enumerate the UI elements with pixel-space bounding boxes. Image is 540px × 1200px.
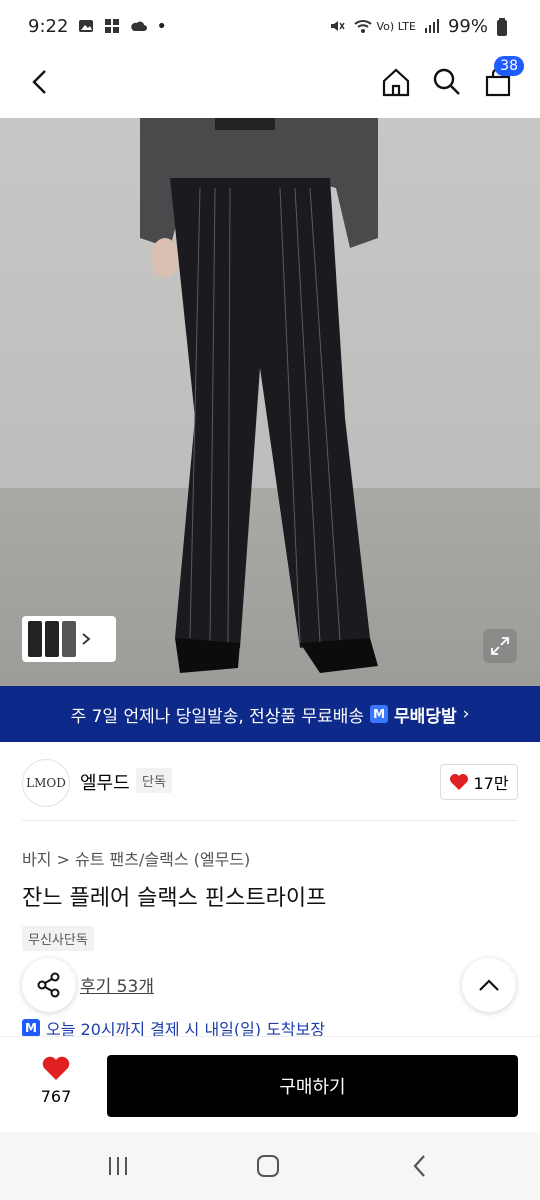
banner-link-label: 무배당발 — [394, 706, 457, 727]
brand-like-count: 17만 — [473, 774, 509, 793]
recent-apps-button[interactable] — [98, 1148, 138, 1184]
cart-count-badge: 38 — [494, 56, 524, 76]
home-icon — [382, 68, 410, 97]
brand-name[interactable]: 엘무드 — [80, 769, 130, 795]
expand-icon — [491, 637, 509, 655]
chevron-right-icon — [82, 633, 91, 645]
back-nav-icon — [413, 1155, 425, 1177]
banner-text: 주 7일 언제나 당일발송, 전상품 무료배송 — [70, 706, 365, 727]
search-button[interactable] — [427, 62, 467, 102]
dot-icon: • — [156, 15, 168, 37]
cart-button[interactable]: 38 — [478, 56, 524, 102]
back-nav-button[interactable] — [400, 1148, 440, 1184]
product-title: 잔느 플레어 슬랙스 핀스트라이프 — [22, 886, 327, 911]
battery-icon — [496, 18, 512, 36]
share-icon — [37, 972, 60, 998]
buy-button[interactable]: 구매하기 — [107, 1055, 518, 1117]
search-icon — [433, 68, 460, 95]
exclusive-tag: 무신사단독 — [22, 926, 94, 951]
wifi-icon — [353, 18, 372, 34]
battery-percent: 99% — [447, 15, 488, 37]
cloud-icon — [130, 18, 148, 34]
model-figure — [140, 118, 378, 673]
thumbnail-strip[interactable] — [22, 616, 116, 662]
heart-icon — [450, 774, 469, 790]
home-button[interactable] — [376, 62, 416, 102]
app-grid-icon — [104, 18, 120, 34]
banner-chevron-icon: › — [462, 704, 470, 724]
top-bar: 38 — [0, 52, 540, 114]
brand-row: LMOD 엘무드 단독 17만 — [0, 752, 540, 812]
review-link[interactable]: 후기 53개 — [80, 972, 154, 997]
status-time: 9:22 — [28, 15, 69, 37]
delivery-m-badge-icon: M — [22, 1019, 40, 1037]
heart-filled-icon — [42, 1056, 70, 1080]
product-image[interactable] — [0, 118, 540, 686]
system-nav-bar — [0, 1132, 540, 1200]
thumbnail-1 — [28, 621, 42, 657]
network-label: Vo) LTE — [376, 19, 416, 33]
product-like-button[interactable]: 767 — [26, 1055, 86, 1106]
bottom-action-bar: 767 구매하기 — [0, 1036, 540, 1133]
mute-icon — [329, 18, 345, 34]
share-button[interactable] — [22, 958, 76, 1012]
scroll-top-button[interactable] — [462, 958, 516, 1012]
back-icon — [32, 70, 46, 94]
expand-button[interactable] — [483, 629, 517, 663]
thumbnail-2 — [45, 621, 59, 657]
delivery-info: M 오늘 20시까지 결제 시 내일(일) 도착보장 — [22, 1018, 325, 1038]
back-button[interactable] — [20, 62, 60, 102]
home-nav-icon — [257, 1155, 279, 1177]
divider — [22, 820, 518, 821]
status-bar: 9:22 • Vo) LTE 99% — [0, 0, 540, 52]
brand-exclusive-tag: 단독 — [136, 768, 172, 793]
chevron-up-icon — [479, 979, 499, 991]
brand-logo[interactable]: LMOD — [22, 759, 70, 807]
thumbnail-3 — [62, 621, 76, 657]
delivery-text: 오늘 20시까지 결제 시 내일(일) 도착보장 — [46, 1020, 326, 1038]
signal-icon — [424, 18, 440, 34]
gallery-icon — [78, 18, 94, 34]
brand-like-button[interactable]: 17만 — [440, 764, 518, 800]
promo-banner[interactable]: 주 7일 언제나 당일발송, 전상품 무료배송 M 무배당발 › — [0, 686, 540, 742]
breadcrumb[interactable]: 바지 > 슈트 팬츠/슬랙스 (엘무드) — [22, 846, 250, 870]
recent-apps-icon — [109, 1157, 127, 1175]
product-like-count: 767 — [40, 1087, 72, 1106]
brand-logo-text: LMOD — [26, 776, 66, 790]
home-nav-button[interactable] — [248, 1148, 288, 1184]
m-badge-icon: M — [370, 705, 389, 723]
